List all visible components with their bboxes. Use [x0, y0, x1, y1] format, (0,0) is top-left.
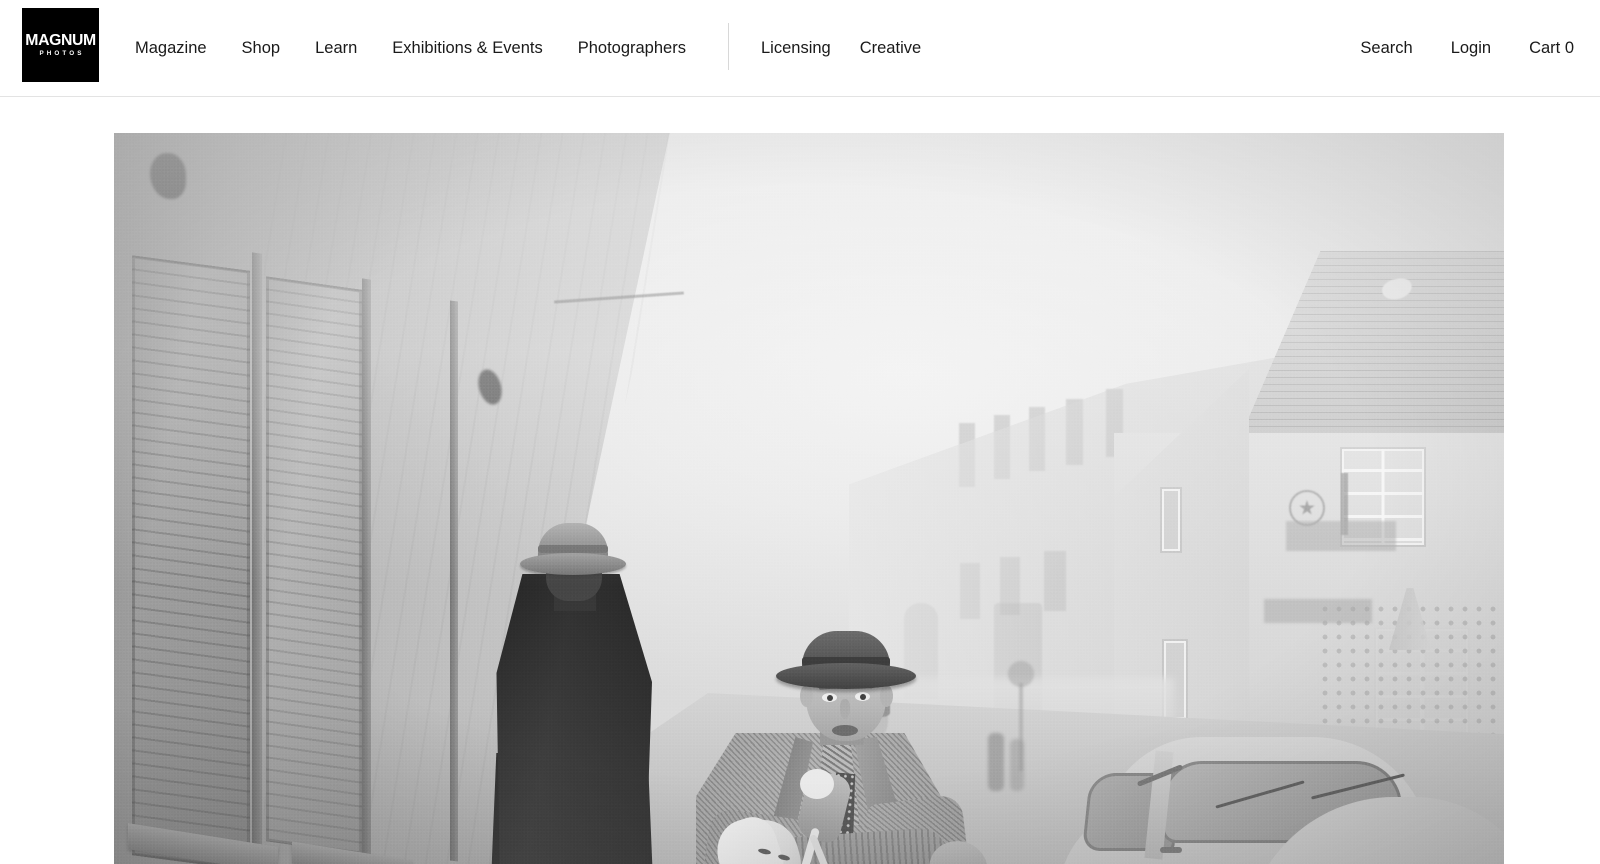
- nav-item-exhibitions-events[interactable]: Exhibitions & Events: [392, 34, 542, 63]
- magnum-logo[interactable]: MAGNUM PHOTOS: [22, 8, 99, 82]
- nav-item-magazine[interactable]: Magazine: [135, 34, 207, 63]
- secondary-navigation: Licensing Creative: [761, 0, 921, 97]
- nav-divider: [728, 23, 729, 70]
- photo-canvas: [114, 133, 1504, 864]
- login-button[interactable]: Login: [1451, 34, 1491, 63]
- hero-photo[interactable]: [114, 133, 1504, 864]
- search-button[interactable]: Search: [1360, 34, 1412, 63]
- nav-item-creative[interactable]: Creative: [860, 34, 921, 63]
- fog-atmosphere: [114, 133, 1504, 864]
- utility-navigation: Search Login Cart 0: [1322, 0, 1574, 97]
- logo-wordmark: MAGNUM: [25, 31, 96, 49]
- logo-subtitle: PHOTOS: [39, 50, 85, 58]
- cart-button[interactable]: Cart 0: [1529, 34, 1574, 63]
- primary-navigation: Magazine Shop Learn Exhibitions & Events…: [135, 0, 686, 97]
- site-header: MAGNUM PHOTOS Magazine Shop Learn Exhibi…: [0, 0, 1600, 97]
- nav-item-licensing[interactable]: Licensing: [761, 34, 831, 63]
- nav-item-learn[interactable]: Learn: [315, 34, 357, 63]
- nav-item-shop[interactable]: Shop: [242, 34, 281, 63]
- nav-item-photographers[interactable]: Photographers: [578, 34, 686, 63]
